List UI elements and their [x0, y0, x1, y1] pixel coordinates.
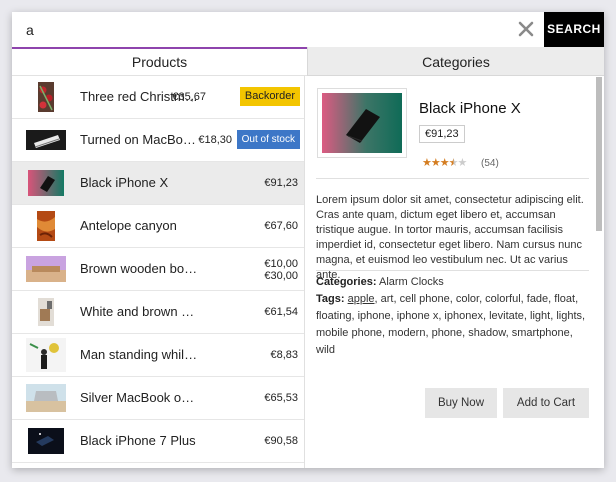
- tags-label: Tags:: [316, 293, 345, 305]
- tab-products[interactable]: Products: [12, 47, 307, 76]
- review-count: (54): [481, 158, 499, 169]
- search-bar: SEARCH: [12, 12, 604, 48]
- star-icon: ★: [430, 157, 441, 169]
- backorder-badge: Backorder: [239, 87, 300, 106]
- scrollbar[interactable]: [596, 77, 602, 231]
- result-price: €65,53: [264, 392, 298, 404]
- star-empty-icon: ★: [457, 157, 468, 169]
- close-icon: [518, 21, 534, 37]
- result-price: €91,23: [264, 177, 298, 189]
- buy-now-button[interactable]: Buy Now: [425, 388, 497, 418]
- result-item[interactable]: White and brown wooden counter €61,54: [12, 291, 304, 334]
- result-item[interactable]: Three red Christmas decorations Backorde…: [12, 76, 304, 119]
- result-title: Man standing while looking on wall: [80, 347, 200, 362]
- star-icon: ★: [439, 157, 450, 169]
- star-icon: ★: [422, 157, 432, 169]
- product-thumbnail: [26, 338, 66, 372]
- result-item[interactable]: Brown wooden board €10,00 €30,00: [12, 248, 304, 291]
- result-item[interactable]: Black iPhone 7 Plus €90,58: [12, 420, 304, 463]
- product-thumbnail: [26, 166, 66, 200]
- product-thumbnail: [26, 295, 66, 329]
- result-title: Silver MacBook on beige table: [80, 390, 200, 405]
- product-categories: Categories: Alarm Clocks: [316, 274, 594, 291]
- result-price-min: €10,00: [264, 258, 298, 270]
- product-price: €91,23: [419, 125, 465, 143]
- result-title: White and brown wooden counter: [80, 304, 200, 319]
- result-title: Black iPhone X: [80, 175, 169, 190]
- result-price: €35,67: [172, 91, 206, 103]
- rating-stars: ★★★★★: [422, 156, 468, 169]
- result-price: €61,54: [264, 306, 298, 318]
- result-price: €90,58: [264, 435, 298, 447]
- search-input[interactable]: [12, 12, 512, 47]
- tab-categories[interactable]: Categories: [307, 47, 604, 76]
- result-title: Turned on MacBook Pro: [80, 132, 200, 147]
- search-button[interactable]: SEARCH: [544, 12, 604, 47]
- product-thumbnail: [26, 381, 66, 415]
- search-widget: SEARCH Products Categories Three red Chr…: [12, 12, 604, 468]
- result-price-max: €30,00: [264, 270, 298, 282]
- result-title: Antelope canyon: [80, 218, 177, 233]
- product-results-list: Three red Christmas decorations Backorde…: [12, 76, 305, 468]
- result-title: Brown wooden board: [80, 261, 200, 276]
- product-thumbnail: [26, 252, 66, 286]
- product-thumbnail: [26, 209, 66, 243]
- tag-link[interactable]: apple: [348, 293, 375, 305]
- product-thumbnail: [26, 424, 66, 458]
- result-price: €67,60: [264, 220, 298, 232]
- result-title: Black iPhone 7 Plus: [80, 433, 196, 448]
- out-of-stock-badge: Out of stock: [236, 130, 300, 149]
- product-thumbnail: [26, 80, 66, 114]
- result-tabs: Products Categories: [12, 47, 604, 76]
- result-item[interactable]: Silver MacBook on beige table €65,53: [12, 377, 304, 420]
- result-item[interactable]: Turned on MacBook Pro Out of stock €18,3…: [12, 119, 304, 162]
- categories-value[interactable]: Alarm Clocks: [379, 276, 444, 288]
- result-item[interactable]: Man standing while looking on wall €8,83: [12, 334, 304, 377]
- star-half-icon: ★: [448, 157, 459, 169]
- product-tags: Tags: apple, art, cell phone, color, col…: [316, 291, 594, 359]
- divider: [316, 270, 589, 271]
- result-item[interactable]: Antelope canyon €67,60: [12, 205, 304, 248]
- result-item[interactable]: Black iPhone X €91,23: [12, 162, 304, 205]
- result-price: €18,30: [198, 134, 232, 146]
- clear-search-button[interactable]: [514, 17, 538, 41]
- product-detail-panel: Black iPhone X €91,23 ★★★★★ (54) Lorem i…: [305, 76, 604, 468]
- add-to-cart-button[interactable]: Add to Cart: [503, 388, 589, 418]
- product-thumbnail: [26, 123, 66, 157]
- divider: [316, 178, 589, 179]
- product-image[interactable]: [317, 88, 407, 158]
- categories-label: Categories:: [316, 276, 377, 288]
- result-price: €8,83: [270, 349, 298, 361]
- product-title[interactable]: Black iPhone X: [419, 100, 521, 117]
